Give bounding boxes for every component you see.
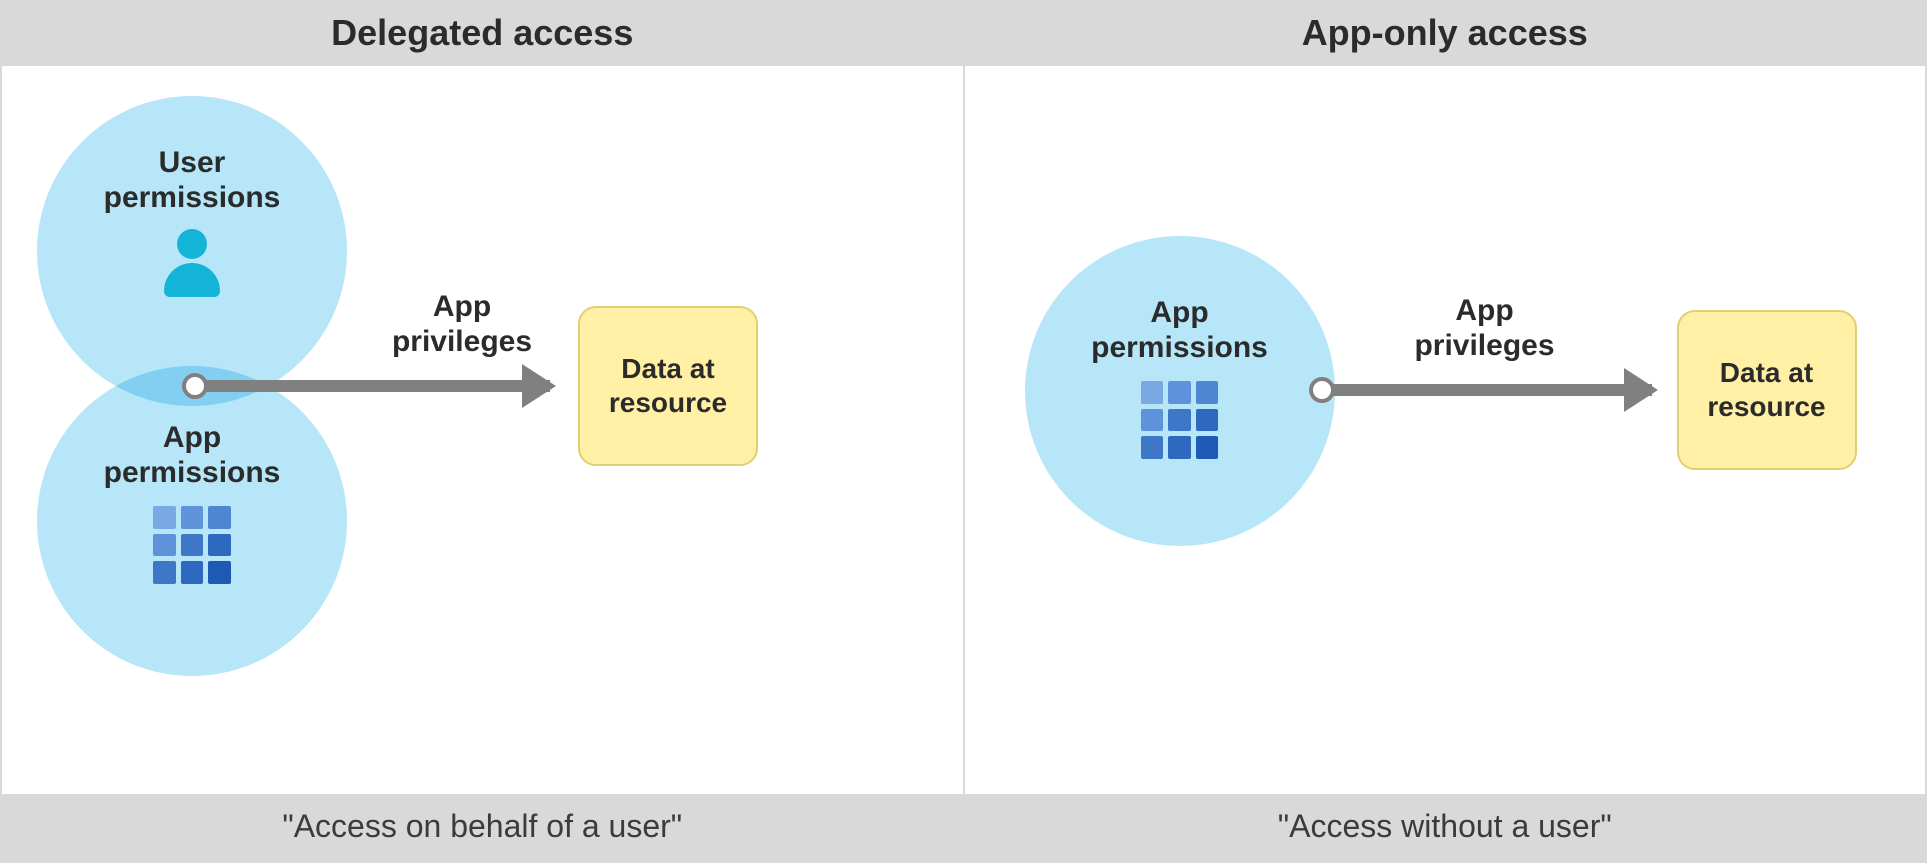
arrow-head-icon: [522, 364, 556, 408]
arrow-origin-knob: [182, 373, 208, 399]
diagram-canvas: Delegated access Userpermissions Appperm…: [0, 0, 1927, 863]
panel-footer-delegated: "Access on behalf of a user": [2, 794, 963, 861]
box-data-at-resource-app-only: Data atresource: [1677, 310, 1857, 470]
circle-app-permissions-app-only: Apppermissions: [1025, 236, 1335, 546]
panel-content-delegated: Userpermissions Apppermissions Appprivil…: [2, 66, 963, 797]
panel-title-delegated: Delegated access: [2, 2, 963, 66]
box-data-at-resource-delegated: Data atresource: [578, 306, 758, 466]
person-icon: [162, 229, 222, 299]
circle-app-permissions-delegated: Apppermissions: [37, 366, 347, 676]
panel-delegated-access: Delegated access Userpermissions Appperm…: [0, 0, 964, 863]
panel-app-only-access: App-only access Apppermissions Appprivil…: [964, 0, 1927, 863]
arrow-app-only: [1317, 384, 1652, 396]
panel-title-app-only: App-only access: [965, 2, 1926, 66]
label-app-privileges-delegated: Appprivileges: [367, 290, 557, 359]
app-grid-icon: [153, 506, 231, 584]
app-grid-icon: [1141, 381, 1219, 459]
label-app-privileges-app-only: Appprivileges: [1390, 294, 1580, 363]
label-data-at-resource-app-only: Data atresource: [1707, 356, 1825, 423]
label-app-permissions-app-only: Apppermissions: [1025, 296, 1335, 365]
person-icon-body: [164, 263, 220, 297]
label-data-at-resource-delegated: Data atresource: [609, 352, 727, 419]
arrow-delegated: [190, 380, 550, 392]
panel-content-app-only: Apppermissions Appprivileges Data atreso…: [965, 66, 1926, 797]
person-icon-head: [177, 229, 207, 259]
label-user-permissions: Userpermissions: [37, 146, 347, 215]
label-app-permissions-delegated: Apppermissions: [37, 421, 347, 490]
arrow-head-icon: [1624, 368, 1658, 412]
circle-user-permissions: Userpermissions: [37, 96, 347, 406]
arrow-origin-knob: [1309, 377, 1335, 403]
panel-footer-app-only: "Access without a user": [965, 794, 1926, 861]
